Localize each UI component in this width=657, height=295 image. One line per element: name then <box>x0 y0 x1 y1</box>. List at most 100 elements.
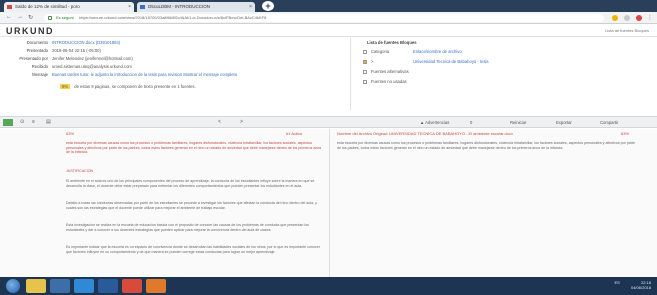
info-label: Presentado por <box>19 56 48 61</box>
sources-panel: Lista de fuentes Bloques Categoria Enlac… <box>350 38 657 110</box>
new-tab-button[interactable]: + <box>262 1 274 11</box>
document-paragraph: El ambiente en el aula es uno de los pri… <box>66 179 315 188</box>
document-info-panel: Documento INTRODUCCION.docx (D39101884) … <box>0 38 350 110</box>
source-file-name: Nombre del Archivo Original: UNIVERSIDAD… <box>337 131 513 136</box>
info-label: Presentado <box>26 48 48 53</box>
extension-icon[interactable] <box>636 15 642 21</box>
os-taskbar: ES 22:18 04/06/2018 <box>0 277 657 295</box>
lock-icon <box>48 16 52 20</box>
url-input[interactable]: Es seguro https://secure.urkund.com/view… <box>44 14 604 22</box>
info-value[interactable]: INTRODUCCION.docx (D39101884) <box>52 40 342 45</box>
source-match-percent: 63% <box>621 131 630 136</box>
document-comparison: 63% #1 Activo esta escuela por diversas … <box>0 129 657 277</box>
menu-icon[interactable]: ⋮ <box>647 14 653 21</box>
next-match-button[interactable]: > <box>240 119 243 125</box>
media-icon[interactable] <box>50 279 70 293</box>
browser-tab-bar: Saldo de 12% de similitud - poro × D5cuL… <box>0 0 657 12</box>
warning-icon[interactable]: ▲ Advertencias <box>420 120 449 125</box>
match-percent: 63% <box>66 131 75 136</box>
extension-icon[interactable] <box>624 15 630 21</box>
tab-label: D5cuLDBM - INTRODUCCION <box>148 4 211 9</box>
report-toolbar: ⊙ ≡ ▤ < > ▲ Advertencias 0 Reiniciar Exp… <box>0 116 657 128</box>
app-icon[interactable] <box>146 279 166 293</box>
tab-urkund-report[interactable]: Saldo de 12% de similitud - poro × <box>4 2 134 12</box>
urkund-logo: URKUND <box>6 26 54 36</box>
info-row: Presentado por Jenifer Melendez (jenifer… <box>0 56 350 63</box>
info-row: Documento INTRODUCCION.docx (D39101884) <box>0 40 350 47</box>
advert-label: Advertencias <box>425 120 450 125</box>
forward-icon[interactable]: → <box>17 14 23 20</box>
source-item[interactable]: > <box>363 59 373 64</box>
similarity-row: 9% de estas 9 paginas, se componen de te… <box>0 84 350 91</box>
toolbar-counter: 0 <box>470 120 473 125</box>
address-bar-row: ← → ↻ Es seguro https://secure.urkund.co… <box>0 12 657 24</box>
info-value[interactable]: Buenas tardes tutor, le adjunto la intro… <box>52 72 342 77</box>
info-row: Recibido umed.sistemas.uteq@analysis.urk… <box>0 64 350 71</box>
info-value: 2018-06-04 22:15 (-05:00) <box>52 48 101 53</box>
tab-label: Saldo de 12% de similitud - poro <box>15 4 80 9</box>
back-icon[interactable]: ← <box>6 14 12 20</box>
info-label: Documento <box>26 40 48 45</box>
match-sub: #1 Activo <box>286 131 303 136</box>
info-row: Presentado 2018-06-04 22:15 (-05:00) <box>0 48 350 55</box>
source-link[interactable]: Universidad Tecnica de Babahoyo - tesis <box>413 59 489 64</box>
header-links[interactable]: Lista de fuentes Bloques <box>605 28 649 33</box>
windows-start-icon[interactable] <box>6 279 20 293</box>
checkbox[interactable] <box>363 79 367 84</box>
export-button[interactable]: Exportar <box>556 120 572 125</box>
source-item[interactable]: Categoria <box>363 49 389 54</box>
close-icon[interactable]: × <box>128 2 131 12</box>
info-value: umed.sistemas.uteq@analysis.urkund.com <box>52 64 132 69</box>
checkbox[interactable] <box>363 49 367 54</box>
reset-button[interactable]: Reiniciar <box>510 120 526 125</box>
submitted-document-column: 63% #1 Activo esta escuela por diversas … <box>0 129 330 277</box>
source-label: Fuentes no usadas <box>371 79 407 84</box>
bookmark-star-icon[interactable] <box>612 15 618 21</box>
match-header: 63% #1 Activo <box>0 131 329 137</box>
word-icon[interactable] <box>98 279 118 293</box>
document-paragraph: Es importante indicar que la escuela es … <box>66 245 320 254</box>
language-indicator: ES <box>614 280 620 285</box>
similarity-badge: 9% <box>60 84 71 89</box>
secure-label: Es seguro <box>56 15 75 20</box>
reload-icon[interactable]: ↻ <box>28 14 33 21</box>
similarity-summary: 9% de estas 9 paginas, se componen de te… <box>60 84 350 89</box>
document-heading: JUSTIFICACION <box>66 169 94 173</box>
close-icon[interactable]: × <box>249 2 252 12</box>
info-label: Recibido <box>31 64 48 69</box>
checkbox[interactable] <box>363 69 367 74</box>
share-button[interactable]: Compartir <box>600 120 618 125</box>
info-label: Mensaje <box>32 72 48 77</box>
source-match-header: Nombre del Archivo Original: UNIVERSIDAD… <box>331 131 657 137</box>
sources-header: Lista de fuentes Bloques <box>367 40 417 45</box>
list-icon[interactable]: ≡ <box>32 119 35 125</box>
ie-icon[interactable] <box>74 279 94 293</box>
clock-date: 04/06/2018 <box>630 285 651 290</box>
similarity-text: de estas 9 paginas, se componen de texto… <box>74 84 196 89</box>
info-value: Jenifer Melendez (jenifermel@hotmail.com… <box>52 56 133 61</box>
source-label: > <box>371 59 374 64</box>
app-header: URKUND Lista de fuentes Bloques <box>0 24 657 37</box>
info-row: Mensaje Buenas tardes tutor, le adjunto … <box>0 72 350 79</box>
source-item[interactable]: Fuentes alternativas <box>363 69 409 74</box>
url-text: https://secure.urkund.com/view/2018/1870… <box>79 15 267 20</box>
match-indicator <box>3 119 13 126</box>
document-icon <box>140 5 145 9</box>
system-tray[interactable]: ES 22:18 04/06/2018 <box>615 280 651 290</box>
tab-document[interactable]: D5cuLDBM - INTRODUCCION × <box>137 2 255 12</box>
source-label: Categoria <box>371 49 390 54</box>
source-paragraph: esta escuela por diversas causas como lo… <box>337 141 636 150</box>
chrome-icon[interactable] <box>122 279 142 293</box>
source-document-column: Nombre del Archivo Original: UNIVERSIDAD… <box>331 129 657 277</box>
document-paragraph: esta escuela por diversas causas como lo… <box>66 141 322 155</box>
source-note: Enlace/nombre de archivo <box>413 49 462 54</box>
zoom-icon[interactable]: ⊙ <box>20 119 24 125</box>
file-explorer-icon[interactable] <box>26 279 46 293</box>
checkbox[interactable] <box>363 59 367 64</box>
prev-match-button[interactable]: < <box>218 119 221 125</box>
gmail-icon <box>7 5 12 9</box>
source-item[interactable]: Fuentes no usadas <box>363 79 407 84</box>
page-icon[interactable]: ▤ <box>46 119 51 125</box>
document-paragraph: Debido a todas las conductas observadas … <box>66 201 317 210</box>
source-label: Fuentes alternativas <box>371 69 409 74</box>
